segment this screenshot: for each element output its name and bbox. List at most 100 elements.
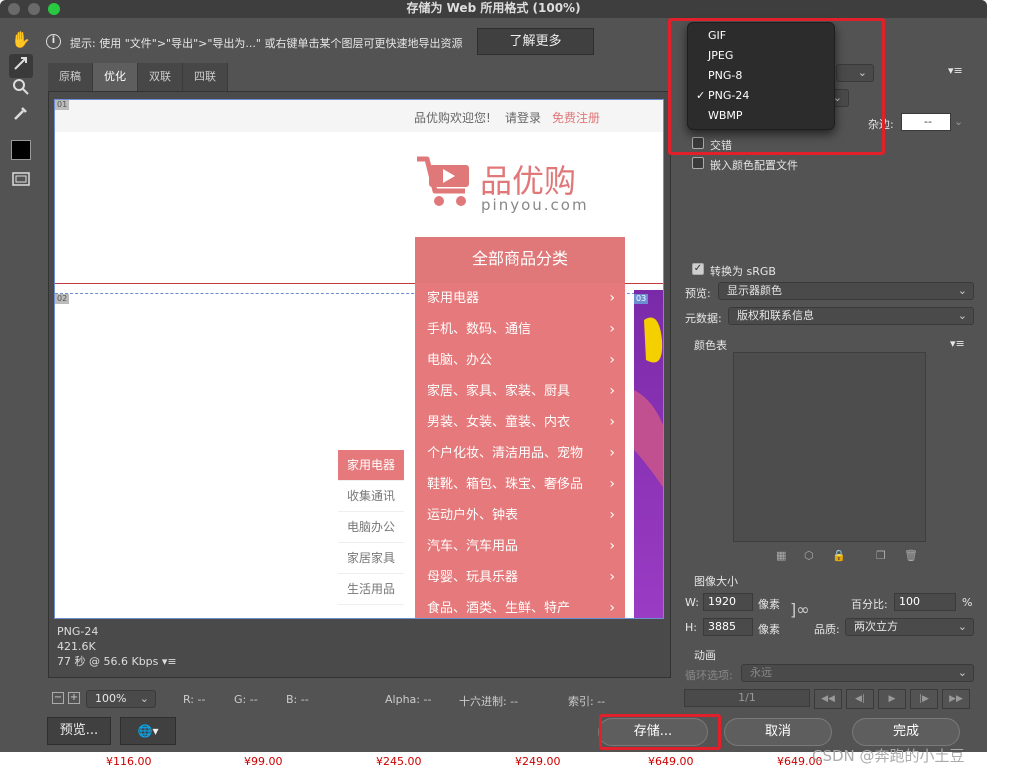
- zoom-level-select[interactable]: 100% ⌄: [86, 690, 156, 708]
- tab-optimized[interactable]: 优化: [93, 63, 138, 91]
- preview-label: 预览:: [685, 287, 711, 300]
- preview-browser-button[interactable]: 🌐▾: [120, 717, 176, 745]
- zoom-in-button[interactable]: +: [68, 692, 80, 704]
- info-file-size: 421.6K: [57, 640, 96, 653]
- hint-text: 提示: 使用 "文件">"导出">"导出为..." 或右键单击某个图层可更快速地…: [70, 37, 463, 50]
- animation-label: 动画: [694, 649, 716, 662]
- chevron-down-icon: ⌄: [957, 284, 967, 297]
- loop-options-label: 循环选项:: [685, 669, 733, 682]
- subnav-item: 家用电器: [338, 450, 404, 481]
- play-button[interactable]: ▶: [878, 689, 906, 709]
- category-item: 运动户外、钟表 ›: [427, 507, 615, 523]
- image-size-label: 图像大小: [694, 575, 738, 588]
- preset-menu-icon[interactable]: ▾≡: [948, 64, 963, 77]
- readout-r: R: --: [183, 693, 206, 706]
- prev-frame-button[interactable]: ◀|: [846, 689, 874, 709]
- convert-srgb-checkbox[interactable]: ✓: [692, 263, 704, 275]
- chevron-down-icon: ⌄: [957, 620, 967, 633]
- info-format: PNG-24: [57, 625, 99, 638]
- toggle-slices-visibility-icon[interactable]: [9, 170, 33, 194]
- readout-alpha: Alpha: --: [385, 693, 432, 706]
- info-download-time: 77 秒 @ 56.6 Kbps ▾≡: [57, 655, 177, 668]
- preview-button[interactable]: 预览...: [47, 717, 111, 745]
- annotation-box-format: [668, 18, 885, 155]
- width-input[interactable]: 1920: [703, 593, 753, 611]
- height-label: H:: [685, 621, 697, 634]
- slice-label[interactable]: 02: [55, 294, 70, 304]
- last-frame-button[interactable]: ▶▶: [942, 689, 970, 709]
- readout-b: B: --: [286, 693, 309, 706]
- slice-label[interactable]: 01: [55, 100, 70, 110]
- done-button[interactable]: 完成: [852, 718, 960, 746]
- info-menu-icon[interactable]: ▾≡: [162, 655, 177, 668]
- preview-color-select[interactable]: 显示器颜色 ⌄: [718, 282, 974, 300]
- category-item: 电脑、办公 ›: [427, 352, 615, 368]
- close-window-button[interactable]: [8, 3, 20, 15]
- readout-hex: 十六进制: --: [459, 695, 519, 708]
- image-preview-canvas[interactable]: 品优购欢迎您! 请登录 免费注册 01 品优购 pinyou.com 02 全部…: [54, 99, 664, 619]
- zoom-tool-icon[interactable]: [9, 78, 33, 102]
- height-input[interactable]: 3885: [703, 618, 753, 636]
- web-snap-icon[interactable]: ⬡: [804, 549, 814, 562]
- slice-select-tool-icon[interactable]: [9, 54, 33, 78]
- category-header: 全部商品分类: [415, 237, 625, 283]
- site-top-bar: 品优购欢迎您! 请登录 免费注册: [55, 100, 663, 132]
- eyedropper-color-swatch[interactable]: [11, 140, 31, 160]
- tab-2-up[interactable]: 双联: [138, 63, 183, 91]
- category-item: 个户化妆、清洁用品、宠物 ›: [427, 445, 615, 461]
- matte-select[interactable]: --: [901, 113, 951, 131]
- color-table-grid[interactable]: [733, 352, 926, 542]
- chevron-down-icon[interactable]: ⌄: [954, 115, 963, 128]
- tool-palette: ✋: [0, 26, 40, 196]
- zoom-out-button[interactable]: −: [52, 692, 64, 704]
- lock-color-icon[interactable]: 🔒: [832, 549, 846, 562]
- category-item: 食品、酒类、生鲜、特产 ›: [427, 600, 615, 616]
- minimize-window-button[interactable]: [28, 3, 40, 15]
- category-item: 男装、女装、童装、内衣 ›: [427, 414, 615, 430]
- tab-4-up[interactable]: 四联: [183, 63, 228, 91]
- constrain-proportions-link-icon[interactable]: ]∞: [790, 600, 810, 619]
- width-unit: 像素: [758, 598, 780, 611]
- background-document-right: [987, 0, 1021, 776]
- metadata-select[interactable]: 版权和联系信息 ⌄: [728, 307, 974, 325]
- login-link: 请登录: [505, 111, 542, 125]
- embed-profile-checkbox[interactable]: [692, 157, 704, 169]
- percent-label: 百分比:: [851, 598, 888, 611]
- cart-logo-icon: [415, 155, 475, 210]
- height-unit: 像素: [758, 623, 780, 636]
- category-menu: 家用电器 › 手机、数码、通信 › 电脑、办公 › 家居、家具、家装、厨具 › 男装、女…: [415, 283, 625, 618]
- resample-quality-select[interactable]: 两次立方 ⌄: [845, 618, 974, 636]
- window-title: 存储为 Web 所用格式 (100%): [406, 1, 581, 15]
- preview-area: 品优购欢迎您! 请登录 免费注册 01 品优购 pinyou.com 02 全部…: [48, 91, 671, 678]
- welcome-text: 品优购欢迎您!: [414, 111, 491, 125]
- bg-price: ¥99.00: [244, 755, 283, 768]
- optimization-info: PNG-24 421.6K 77 秒 @ 56.6 Kbps ▾≡: [57, 624, 177, 669]
- zoom-window-button[interactable]: [48, 3, 60, 15]
- slice-label[interactable]: 03: [634, 294, 649, 304]
- first-frame-button[interactable]: ◀◀: [814, 689, 842, 709]
- view-tabs: 原稿 优化 双联 四联: [48, 63, 228, 91]
- width-label: W:: [685, 596, 699, 609]
- frame-counter: 1/1: [684, 689, 810, 707]
- hint-bar: i 提示: 使用 "文件">"导出">"导出为..." 或右键单击某个图层可更快…: [40, 26, 670, 58]
- tab-original[interactable]: 原稿: [48, 63, 93, 91]
- loop-options-select[interactable]: 永远 ⌄: [741, 664, 974, 682]
- map-transparency-icon[interactable]: ▦: [776, 549, 786, 562]
- bg-price: ¥116.00: [106, 755, 152, 768]
- next-frame-button[interactable]: |▶: [910, 689, 938, 709]
- delete-color-icon[interactable]: 🗑: [904, 549, 918, 562]
- cancel-button[interactable]: 取消: [724, 718, 832, 746]
- color-table-label: 颜色表: [694, 339, 727, 352]
- new-color-icon[interactable]: ❐: [876, 549, 886, 562]
- metadata-label: 元数据:: [685, 312, 722, 325]
- category-item: 母婴、玩具乐器 ›: [427, 569, 615, 585]
- color-table-menu-icon[interactable]: ▾≡: [950, 337, 965, 350]
- logo-text-en: pinyou.com: [481, 196, 589, 214]
- percent-input[interactable]: 100: [894, 593, 956, 611]
- category-item: 手机、数码、通信 ›: [427, 321, 615, 337]
- eyedropper-tool-icon[interactable]: [9, 104, 33, 128]
- category-item: 汽车、汽车用品 ›: [427, 538, 615, 554]
- subnav-item: 生活用品: [338, 574, 404, 605]
- hand-tool-icon[interactable]: ✋: [9, 28, 33, 52]
- learn-more-button[interactable]: 了解更多: [477, 28, 594, 55]
